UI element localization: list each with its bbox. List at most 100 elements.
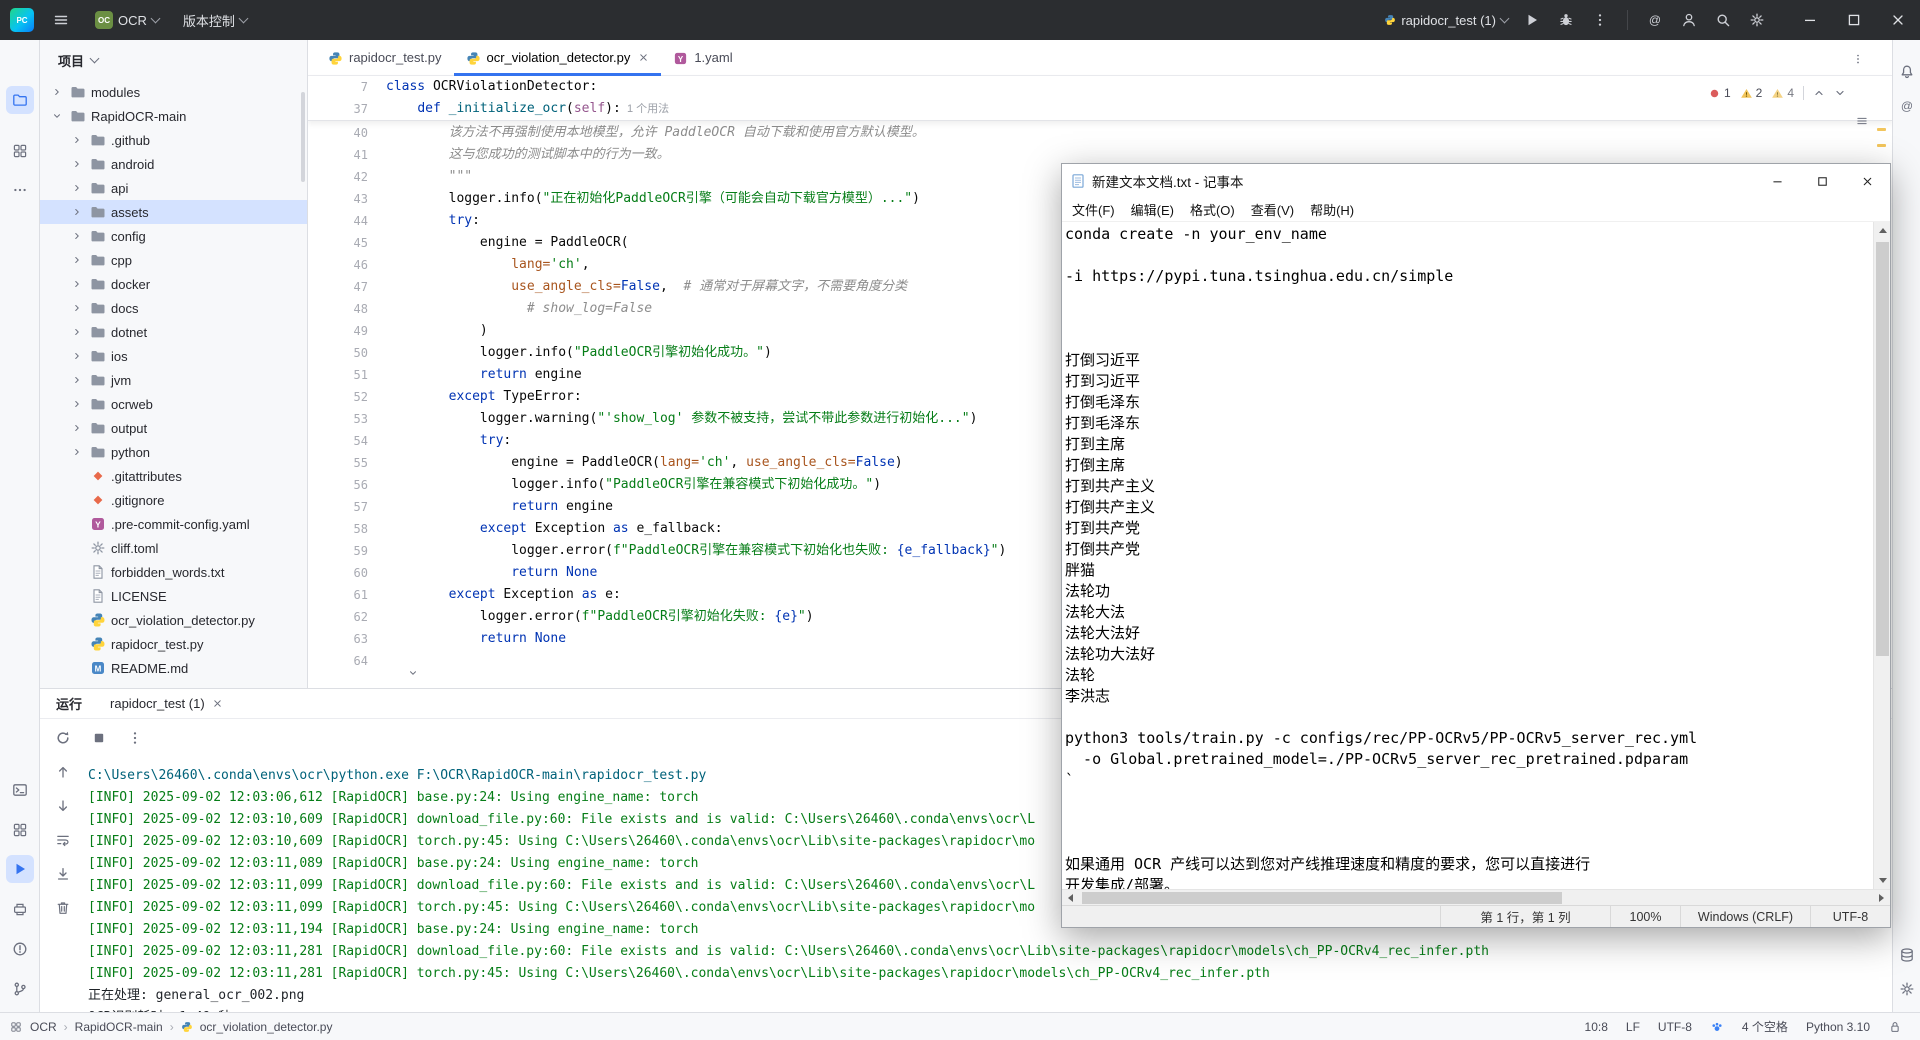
tab-1.yaml[interactable]: 1.yaml	[661, 40, 744, 75]
ai-chat-icon[interactable]	[1638, 5, 1672, 35]
rerun-icon[interactable]	[50, 725, 76, 751]
line-number[interactable]: 53	[308, 408, 386, 430]
toolwindow-quick-access-icon[interactable]	[10, 1021, 22, 1033]
down-stack-icon[interactable]	[50, 795, 76, 817]
line-number[interactable]: 51	[308, 364, 386, 386]
menu-item-格式(O)[interactable]: 格式(O)	[1182, 200, 1243, 219]
project-icon[interactable]	[6, 86, 34, 114]
terminal-icon[interactable]	[6, 776, 34, 804]
tree-item-RapidOCR-main[interactable]: RapidOCR-main	[40, 104, 307, 128]
settings-icon[interactable]	[1740, 5, 1774, 35]
tree-item-jvm[interactable]: jvm	[40, 368, 307, 392]
database-icon[interactable]	[1893, 941, 1920, 969]
tree-chevron-icon[interactable]	[70, 183, 84, 193]
tree-chevron-icon[interactable]	[70, 327, 84, 337]
soft-wrap-icon[interactable]	[50, 829, 76, 851]
line-number[interactable]: 42	[308, 166, 386, 188]
scrollbar-warning-mark[interactable]	[1877, 144, 1886, 147]
tree-chevron-icon[interactable]	[50, 87, 64, 97]
tree-chevron-icon[interactable]	[70, 231, 84, 241]
statusbar-item[interactable]: UTF-8	[1658, 1020, 1692, 1034]
notifications-icon[interactable]	[1893, 58, 1920, 86]
line-number[interactable]: 37	[308, 98, 386, 120]
breadcrumb-item[interactable]: ocr_violation_detector.py	[200, 1020, 333, 1034]
settings-sync-icon[interactable]	[1893, 975, 1920, 1003]
tree-item-python[interactable]: python	[40, 440, 307, 464]
line-number[interactable]: 47	[308, 276, 386, 298]
statusbar-item[interactable]: LF	[1626, 1020, 1640, 1034]
tree-chevron-icon[interactable]	[70, 159, 84, 169]
tree-chevron-icon[interactable]	[70, 351, 84, 361]
menu-item-帮助(H)[interactable]: 帮助(H)	[1302, 200, 1362, 219]
scrollbar-warning-mark[interactable]	[1877, 128, 1886, 131]
line-number[interactable]: 45	[308, 232, 386, 254]
line-number[interactable]: 52	[308, 386, 386, 408]
plugin-icon[interactable]	[1710, 1020, 1724, 1034]
line-number[interactable]: 61	[308, 584, 386, 606]
next-problem-icon[interactable]	[1834, 87, 1846, 99]
tree-chevron-icon[interactable]	[70, 375, 84, 385]
tree-item-config[interactable]: config	[40, 224, 307, 248]
readonly-lock-icon[interactable]	[1888, 1020, 1902, 1034]
tree-item-api[interactable]: api	[40, 176, 307, 200]
notepad-horizontal-scrollbar[interactable]	[1062, 889, 1890, 905]
stop-icon[interactable]	[86, 725, 112, 751]
scroll-right-arrow[interactable]	[1873, 890, 1890, 906]
tree-item-docs[interactable]: docs	[40, 296, 307, 320]
scrollbar-thumb[interactable]	[1082, 892, 1562, 904]
line-number[interactable]: 57	[308, 496, 386, 518]
line-number[interactable]: 44	[308, 210, 386, 232]
more-actions-icon[interactable]	[1583, 5, 1617, 35]
tree-item-LICENSE[interactable]: LICENSE	[40, 584, 307, 608]
tree-item-modules[interactable]: modules	[40, 80, 307, 104]
line-number[interactable]: 55	[308, 452, 386, 474]
tree-chevron-icon[interactable]	[70, 303, 84, 313]
scroll-up-arrow[interactable]	[1874, 222, 1890, 239]
breadcrumb-item[interactable]: OCR	[30, 1020, 57, 1034]
line-number[interactable]: 60	[308, 562, 386, 584]
structure-icon[interactable]	[6, 137, 34, 165]
line-number[interactable]: 41	[308, 144, 386, 166]
tree-item-README.md[interactable]: README.md	[40, 656, 307, 680]
inspection-menu-icon[interactable]	[1856, 112, 1868, 130]
tree-item-ocrweb[interactable]: ocrweb	[40, 392, 307, 416]
line-number[interactable]: 58	[308, 518, 386, 540]
vcs-widget[interactable]: 版本控制	[176, 6, 254, 34]
code-line[interactable]: 37 def _initialize_ocr(self): 1 个用法	[308, 98, 1892, 120]
line-number[interactable]: 59	[308, 540, 386, 562]
run-button[interactable]	[1515, 5, 1549, 35]
tree-chevron-icon[interactable]	[70, 135, 84, 145]
tree-chevron-icon[interactable]	[50, 111, 64, 121]
window-minimize-button[interactable]	[1788, 0, 1832, 40]
up-stack-icon[interactable]	[50, 761, 76, 783]
tree-scrollbar[interactable]	[301, 92, 305, 182]
tree-item-.pre-commit-config.yaml[interactable]: .pre-commit-config.yaml	[40, 512, 307, 536]
profile-icon[interactable]	[1672, 5, 1706, 35]
tree-item-output[interactable]: output	[40, 416, 307, 440]
scroll-left-arrow[interactable]	[1062, 890, 1079, 906]
line-number[interactable]: 63	[308, 628, 386, 650]
tree-chevron-icon[interactable]	[70, 279, 84, 289]
notepad-close-button[interactable]	[1845, 164, 1890, 198]
menu-item-查看(V)[interactable]: 查看(V)	[1243, 200, 1302, 219]
breadcrumb-item[interactable]: RapidOCR-main	[75, 1020, 163, 1034]
tree-item-dotnet[interactable]: dotnet	[40, 320, 307, 344]
line-number[interactable]: 50	[308, 342, 386, 364]
tree-item-.gitattributes[interactable]: .gitattributes	[40, 464, 307, 488]
tree-item-ios[interactable]: ios	[40, 344, 307, 368]
tree-chevron-icon[interactable]	[70, 255, 84, 265]
tree-item-android[interactable]: android	[40, 152, 307, 176]
tree-chevron-icon[interactable]	[70, 399, 84, 409]
tab-rapidocr_test.py[interactable]: rapidocr_test.py	[316, 40, 454, 75]
git-icon[interactable]	[6, 975, 34, 1003]
line-number[interactable]: 62	[308, 606, 386, 628]
debug-button[interactable]	[1549, 5, 1583, 35]
main-menu-icon[interactable]	[44, 5, 78, 35]
line-number[interactable]: 54	[308, 430, 386, 452]
project-panel-header[interactable]: 项目	[40, 40, 307, 80]
scroll-down-arrow[interactable]	[1874, 872, 1890, 889]
tree-chevron-icon[interactable]	[70, 447, 84, 457]
line-number[interactable]: 49	[308, 320, 386, 342]
scrollbar-thumb[interactable]	[1876, 242, 1889, 656]
statusbar-item[interactable]: 4 个空格	[1742, 1018, 1788, 1035]
